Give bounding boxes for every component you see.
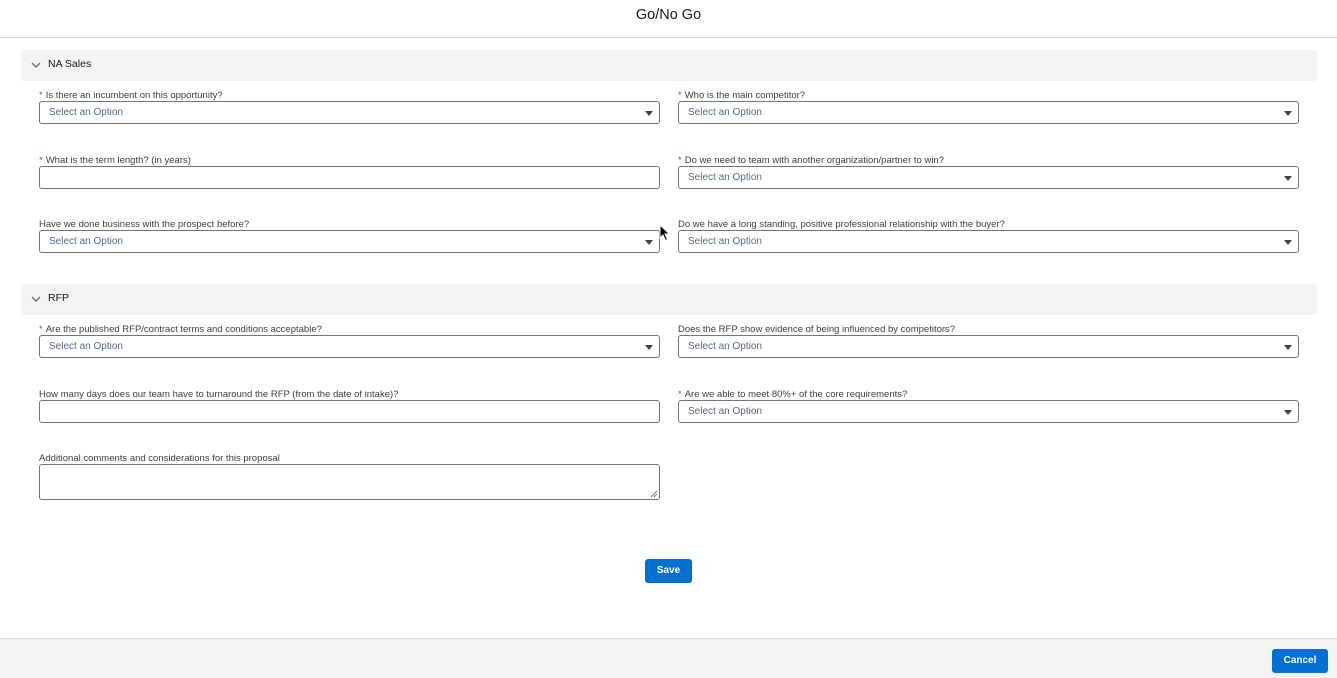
caret-down-icon bbox=[1284, 176, 1292, 181]
done-business-select[interactable]: Select an Option bbox=[39, 230, 660, 253]
relationship-select[interactable]: Select an Option bbox=[678, 230, 1299, 253]
caret-down-icon bbox=[1284, 410, 1292, 415]
required-marker: * bbox=[678, 389, 682, 400]
competitor-label-text: Who is the main competitor? bbox=[684, 90, 806, 101]
caret-down-icon bbox=[1284, 345, 1292, 350]
comments-textarea[interactable] bbox=[39, 464, 660, 500]
competitor-select[interactable]: Select an Option bbox=[678, 101, 1299, 124]
cancel-button[interactable]: Cancel bbox=[1272, 649, 1328, 673]
section-title: NA Sales bbox=[48, 58, 92, 70]
modal-header: Go/No Go bbox=[0, 0, 1337, 38]
caret-down-icon bbox=[645, 345, 653, 350]
save-button[interactable]: Save bbox=[645, 559, 692, 583]
chevron-down-icon bbox=[31, 296, 41, 302]
relationship-select-value: Select an Option bbox=[688, 236, 762, 247]
caret-down-icon bbox=[645, 240, 653, 245]
required-marker: * bbox=[39, 324, 43, 335]
incumbent-label: * Is there an incumbent on this opportuni… bbox=[39, 90, 223, 101]
turnaround-days-label: How many days does our team have to turn… bbox=[39, 389, 399, 400]
turnaround-days-input[interactable] bbox=[39, 400, 660, 423]
incumbent-label-text: Is there an incumbent on this opportunit… bbox=[45, 90, 223, 101]
comments-label: Additional comments and considerations f… bbox=[39, 453, 280, 464]
section-title: RFP bbox=[48, 292, 69, 304]
incumbent-select-value: Select an Option bbox=[49, 107, 123, 118]
relationship-label: Do we have a long standing, positive pro… bbox=[678, 219, 1005, 230]
team-partner-label: * Do we need to team with another organiz… bbox=[678, 155, 944, 166]
influenced-select[interactable]: Select an Option bbox=[678, 335, 1299, 358]
mouse-pointer-icon bbox=[659, 224, 671, 242]
incumbent-select[interactable]: Select an Option bbox=[39, 101, 660, 124]
caret-down-icon bbox=[645, 111, 653, 116]
modal-footer: Cancel bbox=[0, 638, 1337, 678]
resize-grip-icon[interactable] bbox=[650, 490, 658, 498]
done-business-label: Have we done business with the prospect … bbox=[39, 219, 250, 230]
core-requirements-select[interactable]: Select an Option bbox=[678, 400, 1299, 423]
term-length-label-text: What is the term length? (in years) bbox=[45, 155, 191, 166]
caret-down-icon bbox=[1284, 240, 1292, 245]
caret-down-icon bbox=[1284, 111, 1292, 116]
terms-acceptable-select[interactable]: Select an Option bbox=[39, 335, 660, 358]
done-business-select-value: Select an Option bbox=[49, 236, 123, 247]
terms-acceptable-label: * Are the published RFP/contract terms an… bbox=[39, 324, 322, 335]
required-marker: * bbox=[678, 155, 682, 166]
terms-acceptable-select-value: Select an Option bbox=[49, 341, 123, 352]
influenced-select-value: Select an Option bbox=[688, 341, 762, 352]
core-requirements-label-text: Are we able to meet 80%+ of the core req… bbox=[684, 389, 908, 400]
competitor-select-value: Select an Option bbox=[688, 107, 762, 118]
competitor-label: * Who is the main competitor? bbox=[678, 90, 805, 101]
required-marker: * bbox=[678, 90, 682, 101]
required-marker: * bbox=[39, 90, 43, 101]
term-length-label: * What is the term length? (in years) bbox=[39, 155, 191, 166]
term-length-input[interactable] bbox=[39, 166, 660, 189]
chevron-down-icon bbox=[31, 62, 41, 68]
section-header-na-sales[interactable]: NA Sales bbox=[21, 50, 1317, 81]
team-partner-label-text: Do we need to team with another organiza… bbox=[684, 155, 944, 166]
core-requirements-label: * Are we able to meet 80%+ of the core re… bbox=[678, 389, 907, 400]
modal-title: Go/No Go bbox=[635, 7, 702, 23]
section-header-rfp[interactable]: RFP bbox=[21, 284, 1317, 315]
influenced-label: Does the RFP show evidence of being infl… bbox=[678, 324, 956, 335]
team-partner-select-value: Select an Option bbox=[688, 172, 762, 183]
team-partner-select[interactable]: Select an Option bbox=[678, 166, 1299, 189]
core-requirements-select-value: Select an Option bbox=[688, 406, 762, 417]
required-marker: * bbox=[39, 155, 43, 166]
terms-acceptable-label-text: Are the published RFP/contract terms and… bbox=[45, 324, 322, 335]
